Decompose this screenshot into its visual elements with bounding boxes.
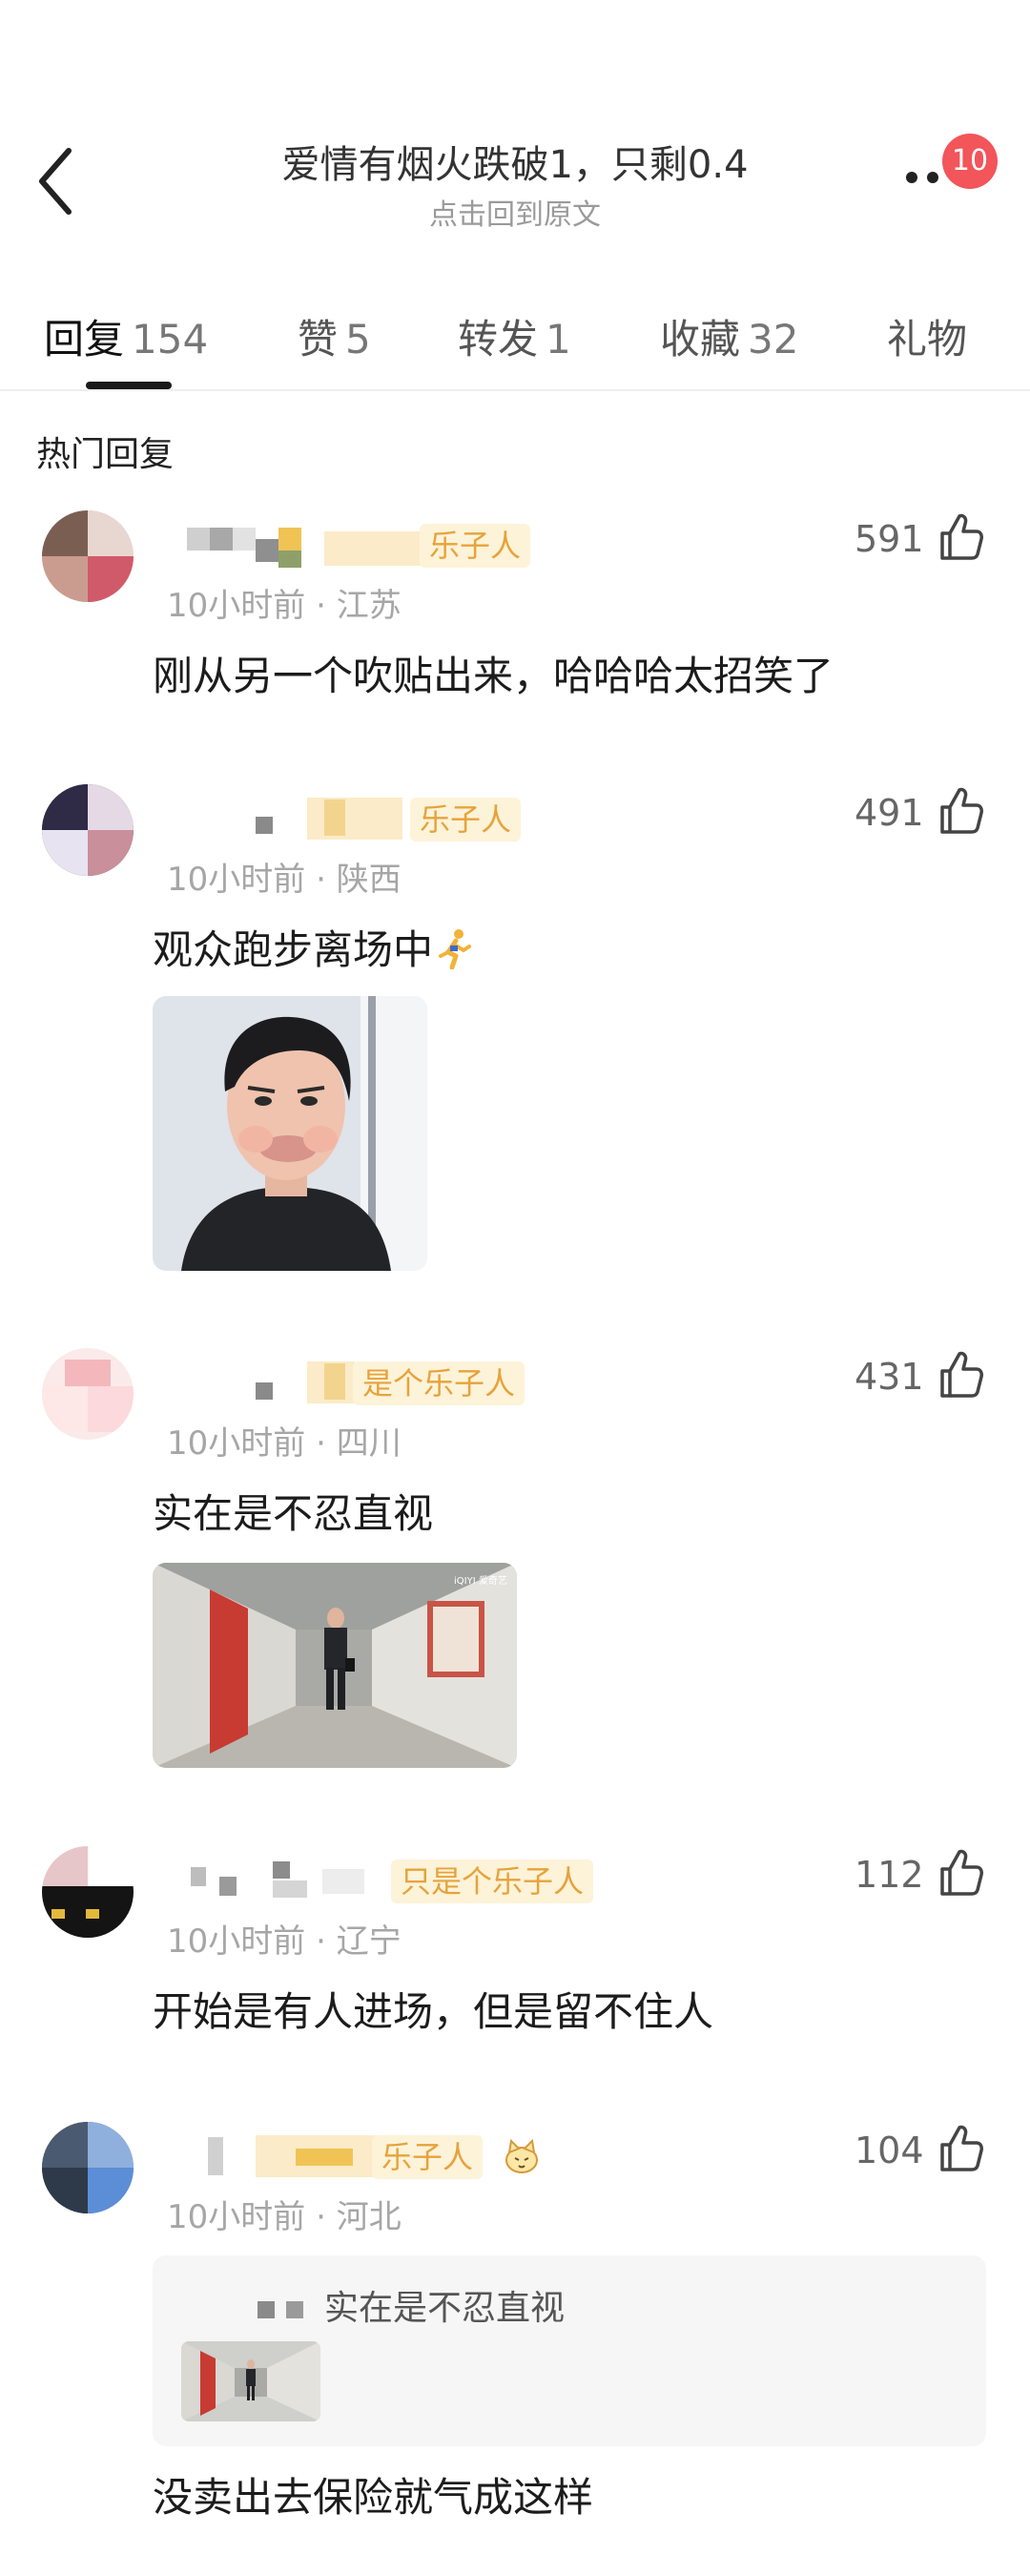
user-title-badge: 乐子人 [420, 524, 531, 568]
comment-location: 陕西 [336, 861, 402, 899]
thumbs-up-icon[interactable] [937, 1348, 984, 1400]
avatar[interactable] [42, 510, 134, 602]
thumbs-up-icon[interactable] [937, 510, 984, 562]
username-pixelated[interactable]: 只是个乐子人 [181, 1854, 753, 1907]
tab-count: 5 [345, 316, 371, 363]
like-count: 491 [855, 792, 924, 834]
user-title-badge: 是个乐子人 [353, 1361, 525, 1405]
tab-reposts[interactable]: 转发 1 [458, 307, 571, 365]
like-count: 104 [855, 2129, 924, 2171]
comment-text: 实在是不忍直视 [153, 1490, 434, 1537]
tab-likes[interactable]: 赞5 [298, 307, 371, 365]
avatar[interactable] [42, 2122, 134, 2213]
like-count: 431 [855, 1356, 924, 1398]
comment-time: 10小时前 [167, 861, 306, 899]
active-tab-indicator [86, 382, 172, 389]
comment-text: 观众跑步离场中 [153, 918, 475, 976]
quoted-reply[interactable]: 实在是不忍直视 [153, 2255, 986, 2446]
quoted-text: 实在是不忍直视 [324, 2289, 566, 2328]
watermark-text: iQIYI 爱奇艺 [454, 1574, 507, 1587]
comment-text-content: 观众跑步离场中 [153, 926, 434, 973]
thumbs-up-icon[interactable] [937, 784, 984, 836]
comment-meta: 10小时前 · 江苏 [167, 587, 402, 625]
avatar[interactable] [42, 784, 134, 876]
tab-count: 154 [132, 316, 209, 363]
comment-item: 乐子人 10小时前 · 陕西 491 观众跑步离场中 [0, 784, 1030, 1280]
comment-meta: 10小时前 · 辽宁 [167, 1922, 402, 1961]
comment-meta: 10小时前 · 河北 [167, 2198, 402, 2236]
tab-favorites[interactable]: 收藏 32 [660, 307, 798, 365]
user-title-badge: 乐子人 [410, 798, 522, 841]
comment-time: 10小时前 [167, 1424, 306, 1463]
avatar[interactable] [42, 1348, 134, 1440]
comment-location: 辽宁 [336, 1922, 402, 1961]
thumbs-up-icon[interactable] [937, 1846, 984, 1898]
comment-location: 河北 [336, 2198, 402, 2236]
hallway-man-thumbnail [181, 2341, 320, 2421]
comment-time: 10小时前 [167, 1922, 306, 1961]
username-pixelated[interactable]: 乐子人 [181, 2129, 753, 2183]
tab-replies[interactable]: 回复 154 [44, 307, 208, 365]
comment-time: 10小时前 [167, 2198, 306, 2236]
tab-label: 赞 [298, 316, 339, 363]
tab-label: 转发 [458, 316, 539, 363]
tab-label: 回复 [44, 316, 125, 363]
comment-image[interactable]: iQIYI 爱奇艺 [153, 1563, 517, 1768]
comment-text: 刚从另一个吹贴出来，哈哈哈太招笑了 [153, 653, 834, 699]
tab-count: 1 [546, 316, 571, 363]
post-title[interactable]: 爱情有烟火跌破1，只剩0.4 [0, 134, 1030, 189]
back-to-original-link[interactable]: 点击回到原文 [0, 191, 1030, 233]
hallway-man-image: iQIYI 爱奇艺 [153, 1563, 517, 1768]
tab-count: 32 [748, 316, 799, 363]
username-pixelated[interactable]: 是个乐子人 [181, 1356, 753, 1409]
comment-location: 江苏 [336, 587, 402, 625]
notification-badge[interactable]: 10 [942, 134, 998, 189]
quoted-image[interactable] [181, 2341, 320, 2421]
comment-image[interactable] [153, 996, 427, 1271]
like-count: 591 [855, 518, 924, 560]
comment-item: 是个乐子人 10小时前 · 四川 431 实在是不忍直视 iQIYI 爱奇艺 [0, 1348, 1030, 1777]
hot-replies-heading: 热门回复 [36, 435, 175, 474]
tab-bar: 回复 154 赞5 转发 1 收藏 32 礼物 [0, 286, 1030, 391]
comment-time: 10小时前 [167, 587, 306, 625]
avatar[interactable] [42, 1846, 134, 1938]
comment-item: 乐子人 10小时前 · 河北 104 实在是不忍直视 没卖出去保险就气成这样 [0, 2122, 1030, 2523]
thumbs-up-icon[interactable] [937, 2122, 984, 2173]
more-options-icon[interactable] [906, 162, 948, 191]
man-face-image [153, 996, 427, 1271]
username-pixelated[interactable]: 乐子人 [181, 792, 753, 845]
cat-sticker-icon [505, 2138, 538, 2173]
tab-label: 礼物 [887, 316, 968, 363]
comment-meta: 10小时前 · 四川 [167, 1424, 402, 1463]
tab-label: 收藏 [660, 316, 741, 363]
comment-location: 四川 [336, 1424, 402, 1463]
username-pixelated[interactable]: 乐子人 [181, 518, 753, 571]
like-count: 112 [855, 1854, 924, 1896]
comment-text: 开始是有人进场，但是留不住人 [153, 1988, 714, 2035]
user-title-badge: 乐子人 [372, 2135, 484, 2179]
comment-text: 没卖出去保险就气成这样 [153, 2474, 594, 2521]
comment-item: 只是个乐子人 10小时前 · 辽宁 112 开始是有人进场，但是留不住人 [0, 1846, 1030, 2075]
comment-meta: 10小时前 · 陕西 [167, 861, 402, 899]
tab-gifts[interactable]: 礼物 [887, 307, 967, 365]
user-title-badge: 只是个乐子人 [391, 1859, 594, 1903]
header: 爱情有烟火跌破1，只剩0.4 点击回到原文 10 [0, 0, 1030, 277]
comment-item: 乐子人 10小时前 · 江苏 591 刚从另一个吹贴出来，哈哈哈太招笑了 [0, 510, 1030, 730]
running-person-icon [439, 929, 472, 969]
